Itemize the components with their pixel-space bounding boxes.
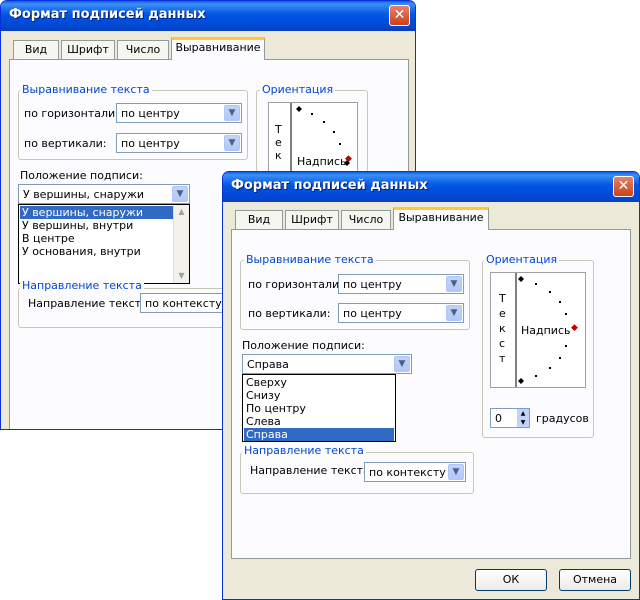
front-direction-select[interactable]: по контексту ▼ — [364, 462, 466, 482]
back-vertical-value: по центру — [121, 137, 180, 150]
cancel-button[interactable]: Отмена — [559, 569, 631, 591]
front-tab-view[interactable]: Вид — [235, 210, 283, 230]
front-vertical-label: по вертикали: — [248, 307, 331, 320]
back-direction-legend: Направление текста — [20, 279, 144, 292]
spin-down-icon[interactable]: ▼ — [517, 418, 529, 427]
degrees-label: градусов — [536, 412, 589, 425]
front-direction-label: Направление текста — [250, 464, 370, 477]
front-tab-number[interactable]: Число — [341, 210, 391, 230]
front-horizontal-value: по центру — [343, 278, 402, 291]
chevron-down-icon[interactable]: ▼ — [394, 356, 410, 372]
front-orientation-vertical-text: Т е к с т — [499, 292, 506, 365]
scroll-up-icon[interactable]: ▲ — [174, 205, 189, 219]
back-alignment-legend: Выравнивание текста — [20, 83, 152, 96]
back-horizontal-value: по центру — [121, 107, 180, 120]
front-horizontal-label: по горизонтали: — [248, 278, 343, 291]
front-tab-panel: Выравнивание текста по горизонтали: по ц… — [231, 229, 631, 559]
back-horizontal-label: по горизонтали: — [24, 107, 119, 120]
front-position-label: Положение подписи: — [242, 339, 365, 352]
front-vertical-value: по центру — [343, 307, 402, 320]
back-position-dropdown-list: У вершины, снаружи У вершины, внутри В ц… — [18, 204, 190, 284]
back-tab-alignment[interactable]: Выравнивание — [171, 37, 265, 60]
red-diamond-icon: ◆ — [345, 154, 352, 164]
chevron-down-icon[interactable]: ▼ — [446, 305, 462, 321]
front-position-select[interactable]: Справа ▼ — [242, 354, 412, 374]
back-tab-view[interactable]: Вид — [13, 40, 59, 60]
front-dialog-title: Формат подписей данных — [231, 178, 428, 193]
front-position-option[interactable]: Слева — [244, 415, 394, 428]
degrees-spinner[interactable]: 0 ▲ ▼ — [490, 408, 530, 428]
front-position-dropdown-list: Сверху Снизу По центру Слева Справа — [242, 374, 396, 442]
chevron-down-icon[interactable]: ▼ — [448, 464, 464, 480]
front-orientation-legend: Ориентация — [484, 253, 560, 266]
front-position-option[interactable]: По центру — [244, 402, 394, 415]
back-direction-value: по контексту — [145, 297, 222, 310]
back-position-value: У вершины, снаружи — [23, 188, 145, 201]
back-tab-font[interactable]: Шрифт — [61, 40, 115, 60]
back-position-option[interactable]: У основания, внутри — [20, 245, 173, 258]
front-alignment-legend: Выравнивание текста — [244, 253, 376, 266]
chevron-down-icon[interactable]: ▼ — [446, 276, 462, 292]
back-dialog-titlebar[interactable]: Формат подписей данных ✕ — [1, 1, 415, 31]
front-tab-font[interactable]: Шрифт — [285, 210, 339, 230]
front-position-option[interactable]: Снизу — [244, 389, 394, 402]
front-tab-alignment[interactable]: Выравнивание — [393, 207, 489, 230]
back-position-option[interactable]: У вершины, внутри — [20, 219, 173, 232]
degrees-value: 0 — [495, 412, 502, 425]
chevron-down-icon[interactable]: ▼ — [224, 105, 240, 121]
spin-up-icon[interactable]: ▲ — [517, 409, 529, 418]
front-dialog-titlebar[interactable]: Формат подписей данных ✕ — [223, 172, 639, 202]
chevron-down-icon[interactable]: ▼ — [172, 186, 188, 202]
back-position-option[interactable]: В центре — [20, 232, 173, 245]
back-orientation-vertical-text: Т е к — [275, 123, 282, 162]
front-position-value: Справа — [247, 358, 289, 371]
back-vertical-select[interactable]: по центру ▼ — [116, 133, 242, 153]
back-dialog-close-button[interactable]: ✕ — [389, 5, 410, 26]
back-position-option[interactable]: У вершины, снаружи — [20, 206, 173, 219]
back-vertical-label: по вертикали: — [24, 137, 107, 150]
back-dialog-title: Формат подписей данных — [9, 7, 206, 22]
back-tab-number[interactable]: Число — [117, 40, 169, 60]
front-dialog-close-button[interactable]: ✕ — [613, 176, 634, 197]
front-vertical-select[interactable]: по центру ▼ — [338, 303, 464, 323]
back-position-select[interactable]: У вершины, снаружи ▼ — [18, 184, 190, 204]
front-orientation-word: Надпись — [521, 324, 571, 337]
front-dialog-window: Формат подписей данных ✕ Вид Шрифт Число… — [222, 171, 640, 600]
back-dropdown-scrollbar[interactable]: ▲ ▼ — [173, 205, 189, 283]
chevron-down-icon[interactable]: ▼ — [224, 135, 240, 151]
front-position-option[interactable]: Сверху — [244, 376, 394, 389]
back-direction-label: Направление текста — [28, 297, 148, 310]
front-position-option[interactable]: Справа — [244, 428, 394, 441]
red-diamond-icon: ◆ — [571, 323, 578, 333]
back-orientation-preview[interactable]: Т е к Надпись ◆ — [268, 102, 358, 180]
back-orientation-word: Надпись — [297, 155, 347, 168]
front-direction-value: по контексту — [369, 466, 446, 479]
back-horizontal-select[interactable]: по центру ▼ — [116, 103, 242, 123]
front-horizontal-select[interactable]: по центру ▼ — [338, 274, 464, 294]
scroll-down-icon[interactable]: ▼ — [174, 269, 189, 283]
back-orientation-legend: Ориентация — [260, 83, 336, 96]
front-orientation-preview[interactable]: Т е к с т Надпись ◆ — [490, 272, 586, 388]
front-direction-legend: Направление текста — [242, 444, 366, 457]
ok-button[interactable]: ОК — [475, 569, 547, 591]
back-position-label: Положение подписи: — [20, 169, 143, 182]
